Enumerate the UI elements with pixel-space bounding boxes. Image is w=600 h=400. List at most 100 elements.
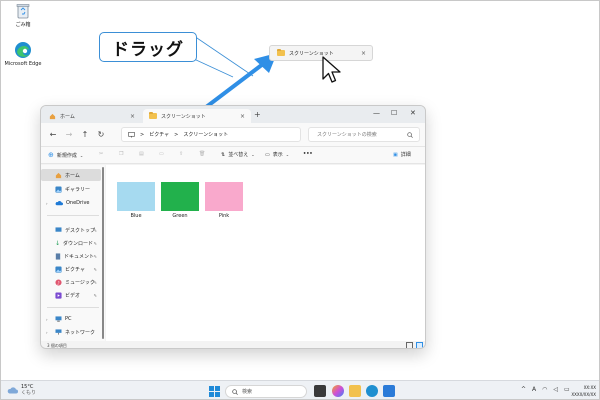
sidebar-item-desktop[interactable]: デスクトップ ✎ [41,224,101,236]
file-thumbnail-pink[interactable] [205,182,243,211]
up-arrow-icon[interactable]: ↑ [77,130,93,139]
rename-icon[interactable]: ▭ [159,151,164,157]
view-icon: ▭ [265,151,270,158]
desktop: ごみ箱 Microsoft Edge ドラッグ スクリーンショット × ホーム … [0,0,600,400]
sidebar-item-music[interactable]: ♪ ミュージック ✎ [41,276,101,288]
network-icon [55,329,62,335]
breadcrumb-separator: > [140,131,145,138]
file-name-green[interactable]: Green [161,213,199,219]
start-windows-icon[interactable] [209,386,220,397]
plus-circle-icon: ⊕ [48,151,54,159]
more-options-button[interactable]: ••• [303,151,313,157]
sidebar-item-gallery[interactable]: ギャラリー [41,183,101,195]
copilot-icon[interactable] [332,385,344,397]
taskbar-search-box[interactable]: 検索 [225,385,307,398]
share-icon[interactable]: ⇪ [179,151,183,157]
tab-bar: ホーム × スクリーンショット × + — ☐ ✕ [41,106,425,123]
clock-date: XXXX/XX/XX [571,392,596,397]
sidebar-item-network[interactable]: › ネットワーク [41,326,101,338]
file-explorer-taskbar-icon[interactable] [349,385,361,397]
task-view-icon[interactable] [314,385,326,397]
clock[interactable]: XX:XX XXXX/XX/XX [566,384,596,398]
pin-icon[interactable]: ✎ [94,293,97,298]
navigation-pane: ホーム ギャラリー › OneDrive デスクトップ ✎ ↓ ダウンロード ✎ [41,165,105,341]
tab-screenshots[interactable]: スクリーンショット × [143,109,251,123]
file-thumbnail-blue[interactable] [117,182,155,211]
file-thumbnail-green[interactable] [161,182,199,211]
sidebar-item-downloads[interactable]: ↓ ダウンロード ✎ [41,237,101,249]
sort-button[interactable]: ⇅ 並べ替え ⌄ [221,151,255,159]
cut-icon[interactable]: ✂ [99,151,103,157]
taskbar: 15°C くもり 検索 ^ A ◠ ◁ ▭ XX:XX XXXX/XX/XX [1,380,599,399]
details-button-label: 詳細 [400,152,411,158]
details-button[interactable]: ▣ 詳細 [393,151,411,159]
search-icon [232,388,238,395]
sidebar-item-home[interactable]: ホーム [41,169,101,181]
taskbar-search-placeholder: 検索 [242,389,253,395]
pin-icon[interactable]: ✎ [94,267,97,272]
edge-taskbar-icon[interactable] [366,385,378,397]
view-button[interactable]: ▭ 表示 ⌄ [265,151,290,159]
document-icon [55,252,61,260]
copy-icon[interactable]: ❐ [119,151,123,157]
tab-home-label: ホーム [60,113,75,120]
desktop-icon-recycle-bin[interactable]: ごみ箱 [1,3,45,28]
chevron-right-icon: › [46,316,48,322]
close-icon[interactable]: × [361,50,366,57]
pin-icon[interactable]: ✎ [94,254,97,259]
sidebar-scrollbar[interactable] [102,167,104,339]
sidebar-item-label: ピクチャ [65,266,85,273]
new-tab-button[interactable]: + [254,110,261,119]
recycle-bin-label: ごみ箱 [15,22,31,28]
breadcrumb-screenshots[interactable]: スクリーンショット [183,131,228,138]
forward-arrow-icon[interactable]: → [61,130,77,139]
tiles-view-icon[interactable] [416,342,423,348]
breadcrumb[interactable]: > ピクチャ > スクリーンショット [121,127,301,142]
home-icon [55,172,62,178]
file-name-blue[interactable]: Blue [117,213,155,219]
paste-icon[interactable]: ▤ [139,151,144,157]
sidebar-item-documents[interactable]: ドキュメント ✎ [41,250,101,262]
sidebar-item-pc[interactable]: › PC [41,313,101,325]
close-window-button[interactable]: ✕ [410,109,416,117]
item-count: 3 個の項目 [47,342,67,348]
details-pane-icon: ▣ [393,151,398,158]
breadcrumb-pictures[interactable]: ピクチャ [149,131,169,138]
minimize-button[interactable]: — [373,109,380,117]
file-name-pink[interactable]: Pink [205,213,243,219]
close-icon[interactable]: × [130,113,135,120]
sidebar-item-pictures[interactable]: ピクチャ ✎ [41,263,101,275]
back-arrow-icon[interactable]: ← [45,130,61,139]
search-input[interactable]: スクリーンショットの検索 [308,127,420,142]
sidebar-item-videos[interactable]: ビデオ ✎ [41,289,101,301]
file-list: Blue Green Pink [106,165,425,341]
sidebar-item-label: ビデオ [65,292,81,299]
chevron-down-icon: ⌄ [285,152,290,157]
download-icon: ↓ [55,239,61,247]
weather-widget[interactable]: 15°C くもり [7,384,36,396]
address-bar: ← → ↑ ↻ > ピクチャ > スクリーンショット スクリーンショットの検索 [41,123,425,146]
close-icon[interactable]: × [240,113,245,120]
breadcrumb-separator: > [174,131,179,138]
sort-button-label: 並べ替え [228,152,249,158]
details-view-icon[interactable] [406,342,413,348]
volume-icon[interactable]: ◁ [553,386,558,393]
tab-home[interactable]: ホーム × [43,109,141,123]
ime-indicator[interactable]: A [532,386,536,393]
home-icon [49,113,56,119]
pin-icon[interactable]: ✎ [94,241,97,246]
pin-icon[interactable]: ✎ [94,228,97,233]
file-explorer-window: ホーム × スクリーンショット × + — ☐ ✕ ← → ↑ ↻ > ピクチャ… [40,105,426,349]
store-icon[interactable] [383,385,395,397]
desktop-icon-edge[interactable]: Microsoft Edge [1,41,45,67]
refresh-icon[interactable]: ↻ [93,130,109,139]
mouse-cursor-icon [322,56,341,83]
new-button[interactable]: ⊕ 新規作成 ⌄ [48,151,83,159]
maximize-button[interactable]: ☐ [391,109,397,117]
pin-icon[interactable]: ✎ [94,280,97,285]
sidebar-item-onedrive[interactable]: › OneDrive [41,197,101,209]
delete-icon[interactable]: 🗑 [199,151,205,157]
wifi-icon[interactable]: ◠ [542,386,547,393]
chevron-up-icon[interactable]: ^ [521,386,526,393]
sidebar-item-label: ギャラリー [65,186,91,193]
